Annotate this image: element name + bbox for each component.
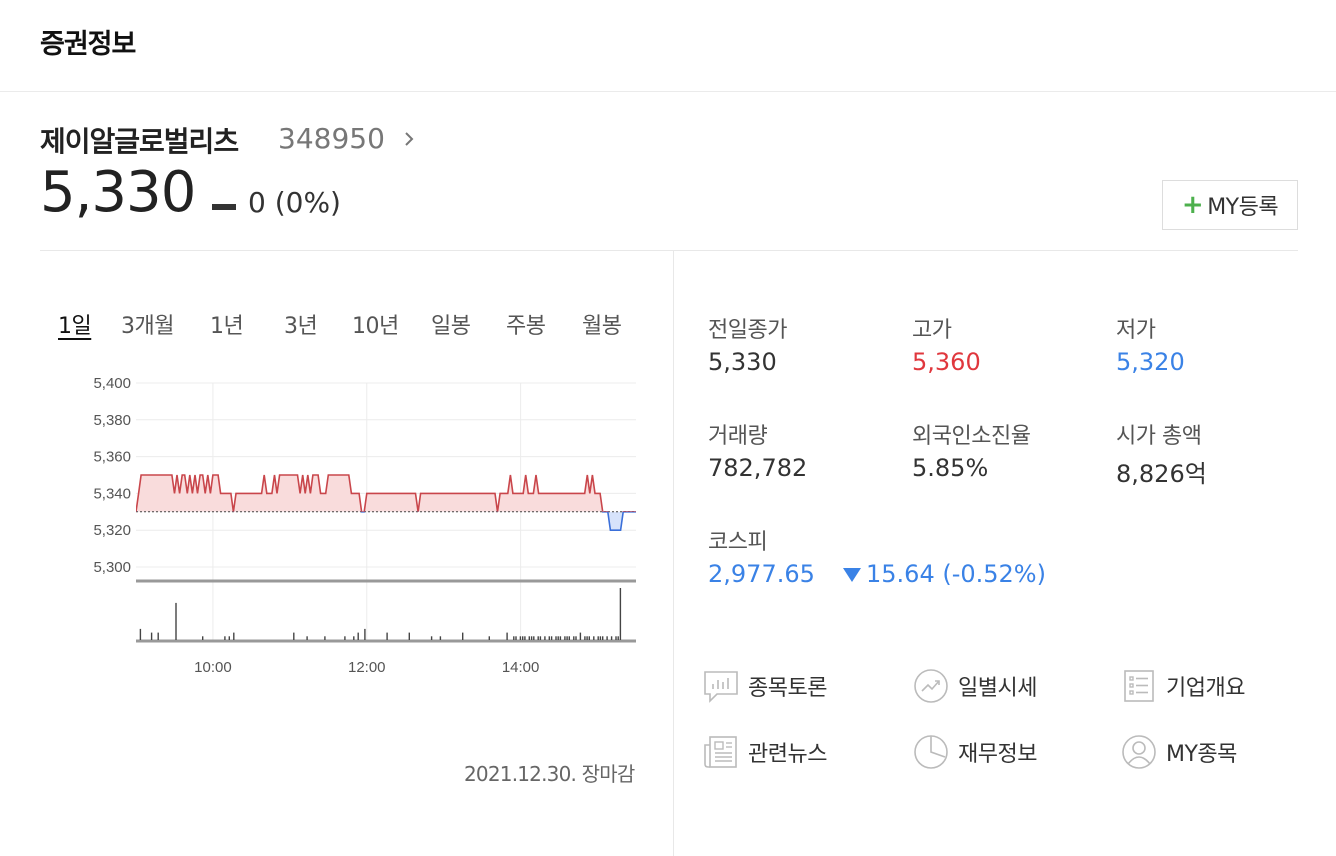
kospi-value: 2,977.65 [708, 560, 815, 588]
tab-1year[interactable]: 1년 [210, 308, 244, 340]
stat-low-value: 5,320 [1116, 348, 1185, 376]
my-register-label: MY등록 [1207, 195, 1279, 220]
news-icon [704, 736, 737, 768]
stock-code[interactable]: 348950 [278, 122, 385, 155]
link-company-overview[interactable]: 기업개요 [1120, 667, 1245, 705]
unchanged-dash-icon [212, 204, 236, 210]
tab-3month[interactable]: 3개월 [121, 308, 174, 340]
stat-volume-value: 782,782 [708, 454, 808, 482]
y-tick-label: 5,300 [93, 559, 131, 576]
kospi-change: 15.64 (-0.52%) [866, 560, 1046, 588]
link-daily-price[interactable]: 일별시세 [912, 667, 1037, 705]
y-tick-label: 5,320 [93, 522, 131, 539]
stat-prev-close-value: 5,330 [708, 348, 777, 376]
current-price: 5,330 [40, 160, 196, 225]
pie-icon [914, 735, 948, 769]
stat-low-label: 저가 [1116, 318, 1156, 343]
trend-icon [914, 669, 948, 703]
stat-high-value: 5,360 [912, 348, 981, 376]
link-daily-price-label: 일별시세 [958, 676, 1037, 701]
x-tick-label: 10:00 [194, 659, 232, 676]
link-discussion[interactable]: 종목토론 [702, 667, 827, 705]
chevron-right-icon[interactable] [402, 128, 416, 150]
divider [40, 250, 1298, 251]
stat-foreign-ratio-value: 5.85% [912, 454, 989, 482]
plus-icon: + [1181, 190, 1204, 220]
tab-weekly[interactable]: 주봉 [506, 308, 546, 340]
link-financial-info-label: 재무정보 [958, 742, 1037, 767]
link-company-overview-label: 기업개요 [1166, 676, 1245, 701]
down-triangle-icon [843, 568, 861, 582]
chart-date: 2021.12.30. 장마감 [464, 762, 635, 786]
price-chart[interactable]: 5,400 5,380 5,360 5,340 5,320 5,300 10:00 12:00… [60, 360, 650, 680]
link-related-news[interactable]: 관련뉴스 [702, 733, 827, 771]
section-title: 증권정보 [40, 29, 136, 60]
y-tick-label: 5,380 [93, 412, 131, 429]
stat-prev-close-label: 전일종가 [708, 318, 787, 343]
user-icon [1122, 735, 1156, 769]
stock-name[interactable]: 제이알글로벌리츠 [40, 120, 239, 160]
discussion-icon [704, 671, 738, 703]
stat-foreign-ratio-label: 외국인소진율 [912, 424, 1031, 449]
list-icon [1124, 670, 1154, 702]
link-financial-info[interactable]: 재무정보 [912, 733, 1037, 771]
price-change: 0 (0%) [248, 186, 341, 219]
link-discussion-label: 종목토론 [748, 676, 827, 701]
y-tick-label: 5,340 [93, 485, 131, 502]
link-my-stocks-label: MY종목 [1166, 742, 1237, 767]
x-tick-label: 14:00 [502, 659, 540, 676]
y-tick-label: 5,360 [93, 449, 131, 466]
tab-daily[interactable]: 일봉 [431, 308, 471, 340]
x-tick-label: 12:00 [348, 659, 386, 676]
tab-10year[interactable]: 10년 [352, 308, 399, 340]
section-header: 증권정보 [0, 0, 1336, 92]
link-my-stocks[interactable]: MY종목 [1120, 733, 1237, 771]
vertical-divider [673, 251, 674, 856]
stat-volume-label: 거래량 [708, 424, 768, 449]
stat-market-cap-value: 8,826억 [1116, 460, 1207, 488]
tab-1day[interactable]: 1일 [58, 308, 92, 340]
tab-monthly[interactable]: 월봉 [582, 308, 622, 340]
stat-high-label: 고가 [912, 318, 952, 343]
stat-market-cap-label: 시가 총액 [1116, 424, 1202, 449]
tab-3year[interactable]: 3년 [284, 308, 318, 340]
link-related-news-label: 관련뉴스 [748, 742, 827, 767]
my-register-button[interactable]: + MY등록 [1162, 180, 1298, 230]
kospi-label: 코스피 [708, 530, 768, 555]
y-tick-label: 5,400 [93, 375, 131, 392]
